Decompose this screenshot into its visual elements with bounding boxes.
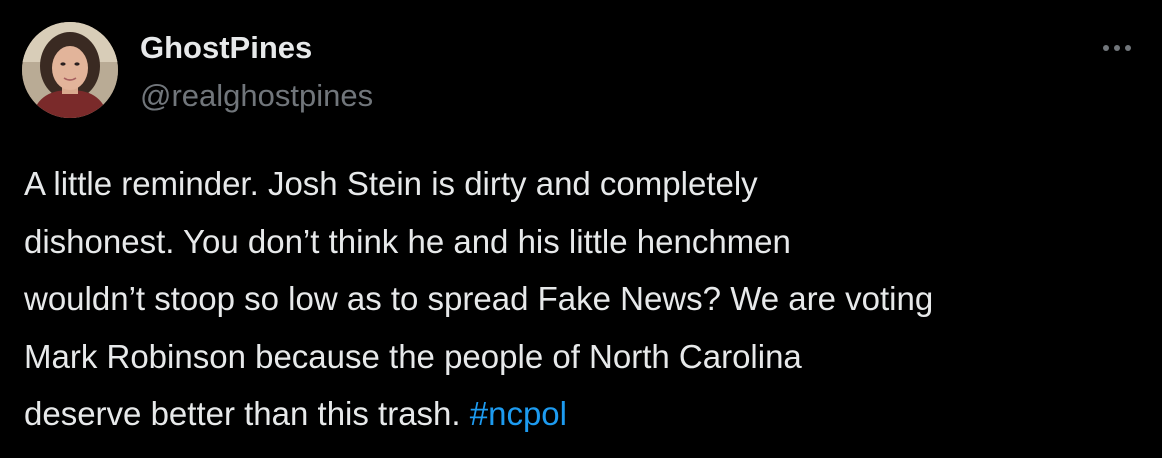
tweet-text-line-last: deserve better than this trash. #ncpol [24,385,1154,443]
author-avatar[interactable] [22,22,118,118]
tweet-card: GhostPines @realghostpines A little remi… [0,0,1162,458]
hashtag-link[interactable]: #ncpol [470,395,567,432]
tweet-text-line: wouldn’t stoop so low as to spread Fake … [24,280,934,317]
author-display-name[interactable]: GhostPines [140,28,312,68]
tweet-text-line: dishonest. You don’t think he and his li… [24,222,791,260]
tweet-text: A little reminder. Josh Stein is dirty a… [24,155,1154,443]
more-options-button[interactable] [1092,30,1142,66]
tweet-text-line-content: deserve better than this trash. [24,395,470,432]
tweet-text-line: A little reminder. Josh Stein is dirty a… [24,165,758,202]
author-handle[interactable]: @realghostpines [140,76,373,116]
more-horizontal-icon [1103,45,1131,51]
tweet-text-line: Mark Robinson because the people of Nort… [24,337,802,375]
user-avatar-icon [22,22,118,118]
